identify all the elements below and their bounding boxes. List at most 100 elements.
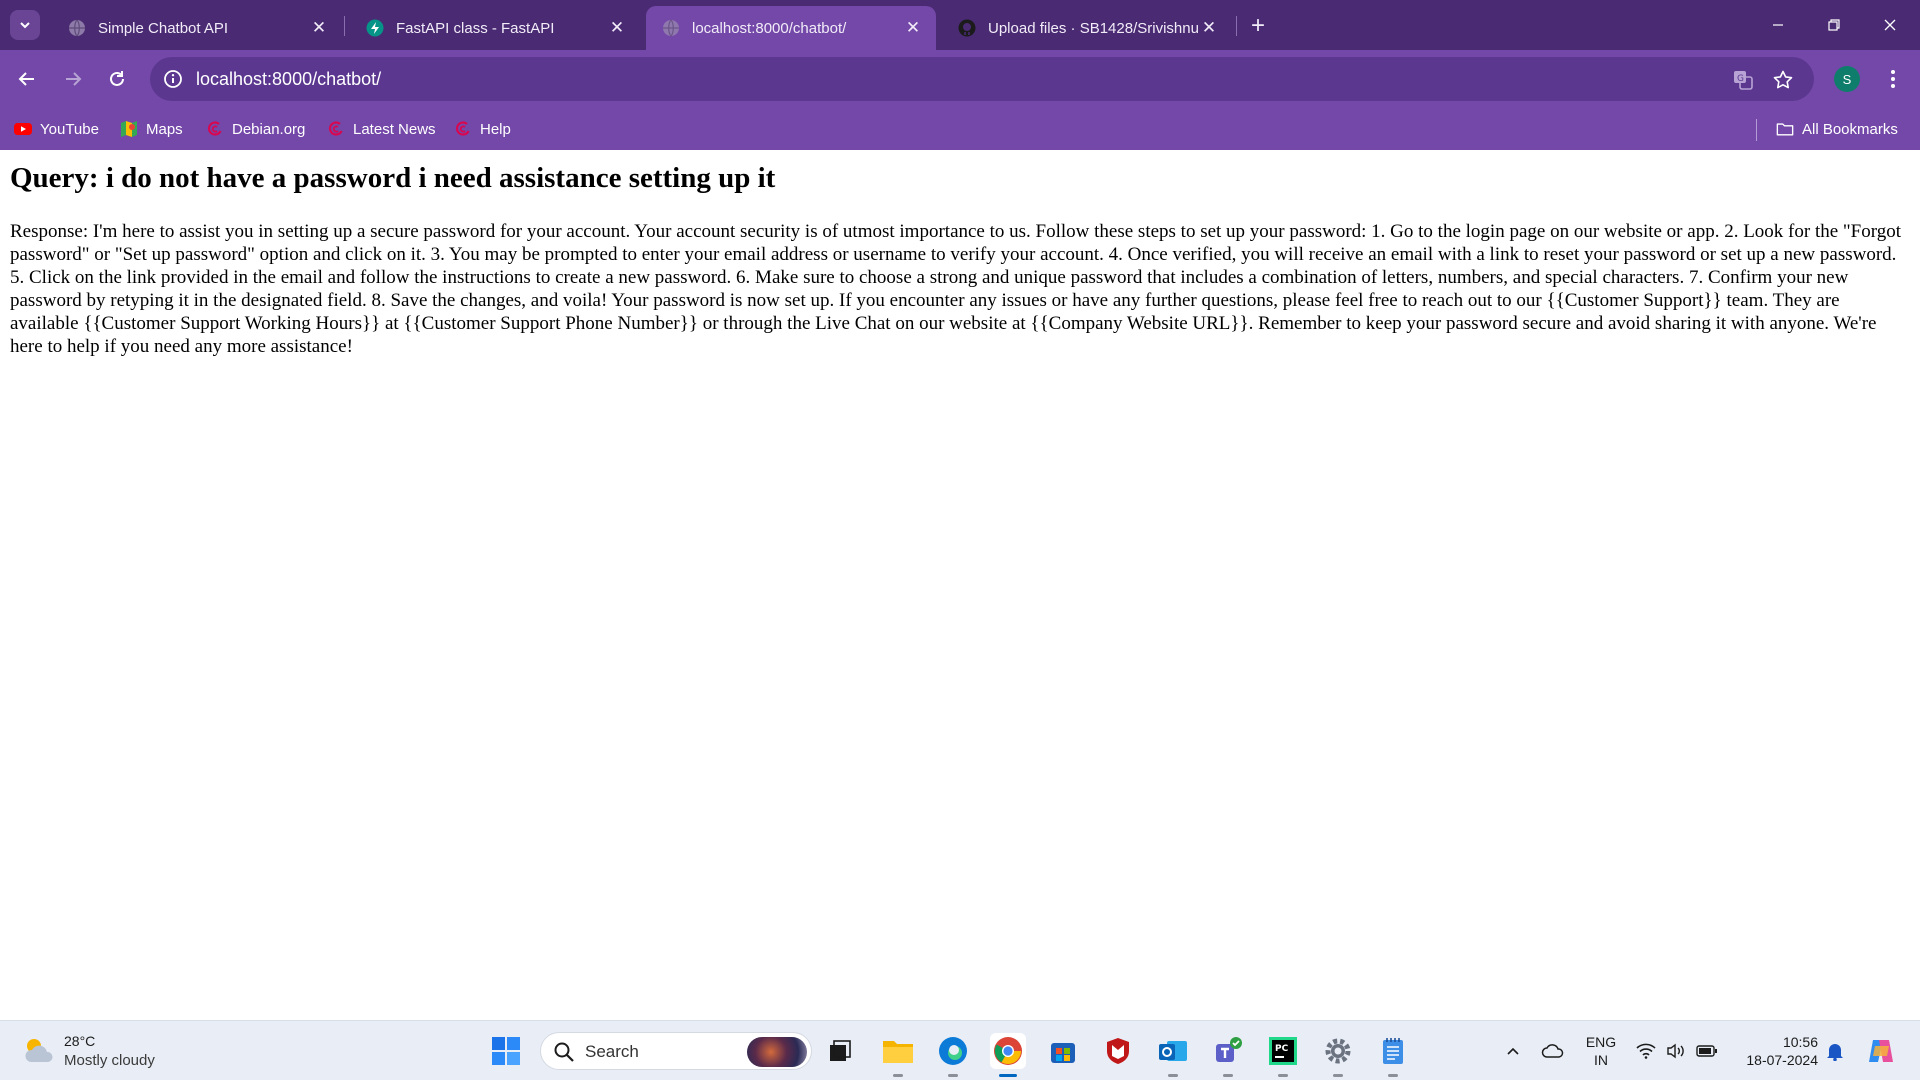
bookmark-help[interactable]: Help — [454, 116, 511, 142]
chevron-up-icon — [1507, 1047, 1519, 1055]
tab-simple-chatbot-api[interactable]: Simple Chatbot API ✕ — [52, 6, 342, 50]
tab-upload-files[interactable]: Upload files · SB1428/Srivishnu ✕ — [942, 6, 1232, 50]
windows-logo-icon — [492, 1037, 520, 1065]
microsoft-store-app[interactable] — [1045, 1033, 1081, 1069]
bookmark-youtube[interactable]: YouTube — [14, 116, 99, 142]
taskbar-search[interactable]: Search — [540, 1032, 812, 1070]
svg-text:PC: PC — [1275, 1044, 1289, 1054]
tab-separator — [344, 16, 345, 36]
minimize-icon — [1773, 24, 1783, 26]
start-button[interactable] — [488, 1033, 524, 1069]
tab-separator — [1236, 16, 1237, 36]
tab-title: Upload files · SB1428/Srivishnu — [988, 19, 1198, 37]
notepad-app[interactable] — [1375, 1033, 1411, 1077]
bookmark-label: Help — [480, 120, 511, 138]
notifications-button[interactable] — [1822, 1035, 1848, 1067]
mcafee-shield-icon — [1107, 1038, 1129, 1064]
system-clock[interactable]: 10:56 18-07-2024 — [1734, 1033, 1818, 1069]
task-view-button[interactable] — [822, 1033, 858, 1069]
debian-icon — [327, 120, 345, 138]
profile-avatar[interactable]: S — [1834, 66, 1860, 92]
bell-icon — [1827, 1044, 1843, 1061]
search-highlight-image — [747, 1037, 807, 1067]
close-tab-icon[interactable]: ✕ — [902, 17, 924, 39]
forward-button[interactable] — [56, 62, 90, 96]
reload-icon — [110, 71, 124, 86]
bookmark-latest-news[interactable]: Latest News — [327, 116, 436, 142]
wifi-button[interactable] — [1632, 1035, 1660, 1067]
onedrive-button[interactable] — [1538, 1035, 1568, 1067]
show-hidden-icons-button[interactable] — [1500, 1035, 1526, 1067]
settings-app[interactable] — [1320, 1033, 1356, 1077]
copilot-button[interactable] — [1862, 1035, 1900, 1067]
close-icon — [1884, 19, 1896, 31]
chrome-app[interactable] — [990, 1033, 1026, 1077]
bookmark-label: Maps — [146, 120, 183, 138]
page-content: Query: i do not have a password i need a… — [0, 150, 1920, 1020]
pycharm-app[interactable]: PC — [1265, 1033, 1301, 1077]
bookmark-star-icon[interactable] — [1770, 67, 1796, 93]
weather-description[interactable]: Mostly cloudy — [64, 1052, 155, 1069]
search-placeholder: Search — [585, 1042, 639, 1061]
new-tab-button[interactable]: + — [1244, 12, 1272, 40]
maps-icon — [120, 120, 138, 138]
bookmark-debian[interactable]: Debian.org — [206, 116, 305, 142]
bookmarks-divider — [1756, 119, 1757, 141]
github-icon — [958, 19, 976, 37]
teams-app[interactable] — [1210, 1033, 1246, 1077]
mcafee-app[interactable] — [1100, 1033, 1136, 1069]
response-text: Response: I'm here to assist you in sett… — [10, 221, 1902, 357]
fastapi-icon — [366, 19, 384, 37]
folder-icon — [883, 1041, 913, 1063]
bookmark-maps[interactable]: Maps — [120, 116, 183, 142]
chrome-icon — [994, 1037, 1022, 1065]
url-text[interactable]: localhost:8000/chatbot/ — [196, 69, 381, 90]
cloud-icon — [1541, 1044, 1564, 1058]
site-info-icon[interactable] — [160, 66, 186, 92]
tab-fastapi-class[interactable]: FastAPI class - FastAPI ✕ — [350, 6, 640, 50]
bookmarks-bar: YouTube Maps Debian.org Latest News Help… — [0, 108, 1920, 150]
clock-date: 18-07-2024 — [1746, 1052, 1818, 1068]
language-region: IN — [1594, 1052, 1608, 1068]
weather-cloudy-icon[interactable] — [22, 1035, 56, 1067]
close-tab-icon[interactable]: ✕ — [308, 17, 330, 39]
task-view-icon — [830, 1040, 851, 1061]
bookmark-label: YouTube — [40, 120, 99, 138]
address-bar[interactable]: localhost:8000/chatbot/ G — [150, 57, 1814, 101]
pycharm-icon: PC — [1269, 1037, 1297, 1065]
wifi-icon — [1636, 1043, 1656, 1059]
tab-strip: Simple Chatbot API ✕ FastAPI class - Fas… — [0, 0, 1920, 50]
weather-temperature[interactable]: 28°C — [64, 1033, 95, 1049]
battery-button[interactable] — [1692, 1035, 1722, 1067]
browser-menu-button[interactable] — [1878, 62, 1908, 96]
minimize-button[interactable] — [1750, 0, 1806, 50]
language-indicator[interactable]: ENG IN — [1584, 1033, 1618, 1069]
close-window-button[interactable] — [1862, 0, 1918, 50]
close-tab-icon[interactable]: ✕ — [1198, 17, 1220, 39]
restore-icon — [1828, 19, 1840, 31]
chevron-down-icon — [20, 22, 30, 29]
arrow-left-icon — [18, 72, 34, 86]
volume-icon — [1667, 1043, 1684, 1059]
debian-icon — [206, 120, 224, 138]
back-button[interactable] — [10, 62, 44, 96]
volume-button[interactable] — [1662, 1035, 1690, 1067]
tab-title: FastAPI class - FastAPI — [396, 19, 555, 37]
tab-title: localhost:8000/chatbot/ — [692, 19, 847, 37]
gear-icon — [1325, 1038, 1351, 1064]
debian-icon — [454, 120, 472, 138]
file-explorer-app[interactable] — [880, 1033, 916, 1077]
reload-button[interactable] — [100, 62, 134, 96]
all-bookmarks-button[interactable]: All Bookmarks — [1776, 116, 1898, 142]
bookmark-label: Debian.org — [232, 120, 306, 138]
restore-button[interactable] — [1806, 0, 1862, 50]
translate-icon[interactable]: G — [1730, 67, 1756, 93]
taskbar: 28°C Mostly cloudy Search PC ENG IN 10:5… — [0, 1020, 1920, 1080]
tab-search-button[interactable] — [10, 10, 40, 40]
outlook-app[interactable] — [1155, 1033, 1191, 1077]
all-bookmarks-label: All Bookmarks — [1802, 120, 1898, 138]
teams-icon — [1216, 1037, 1242, 1062]
edge-app[interactable] — [935, 1033, 971, 1077]
tab-localhost-chatbot[interactable]: localhost:8000/chatbot/ ✕ — [646, 6, 936, 50]
close-tab-icon[interactable]: ✕ — [606, 17, 628, 39]
